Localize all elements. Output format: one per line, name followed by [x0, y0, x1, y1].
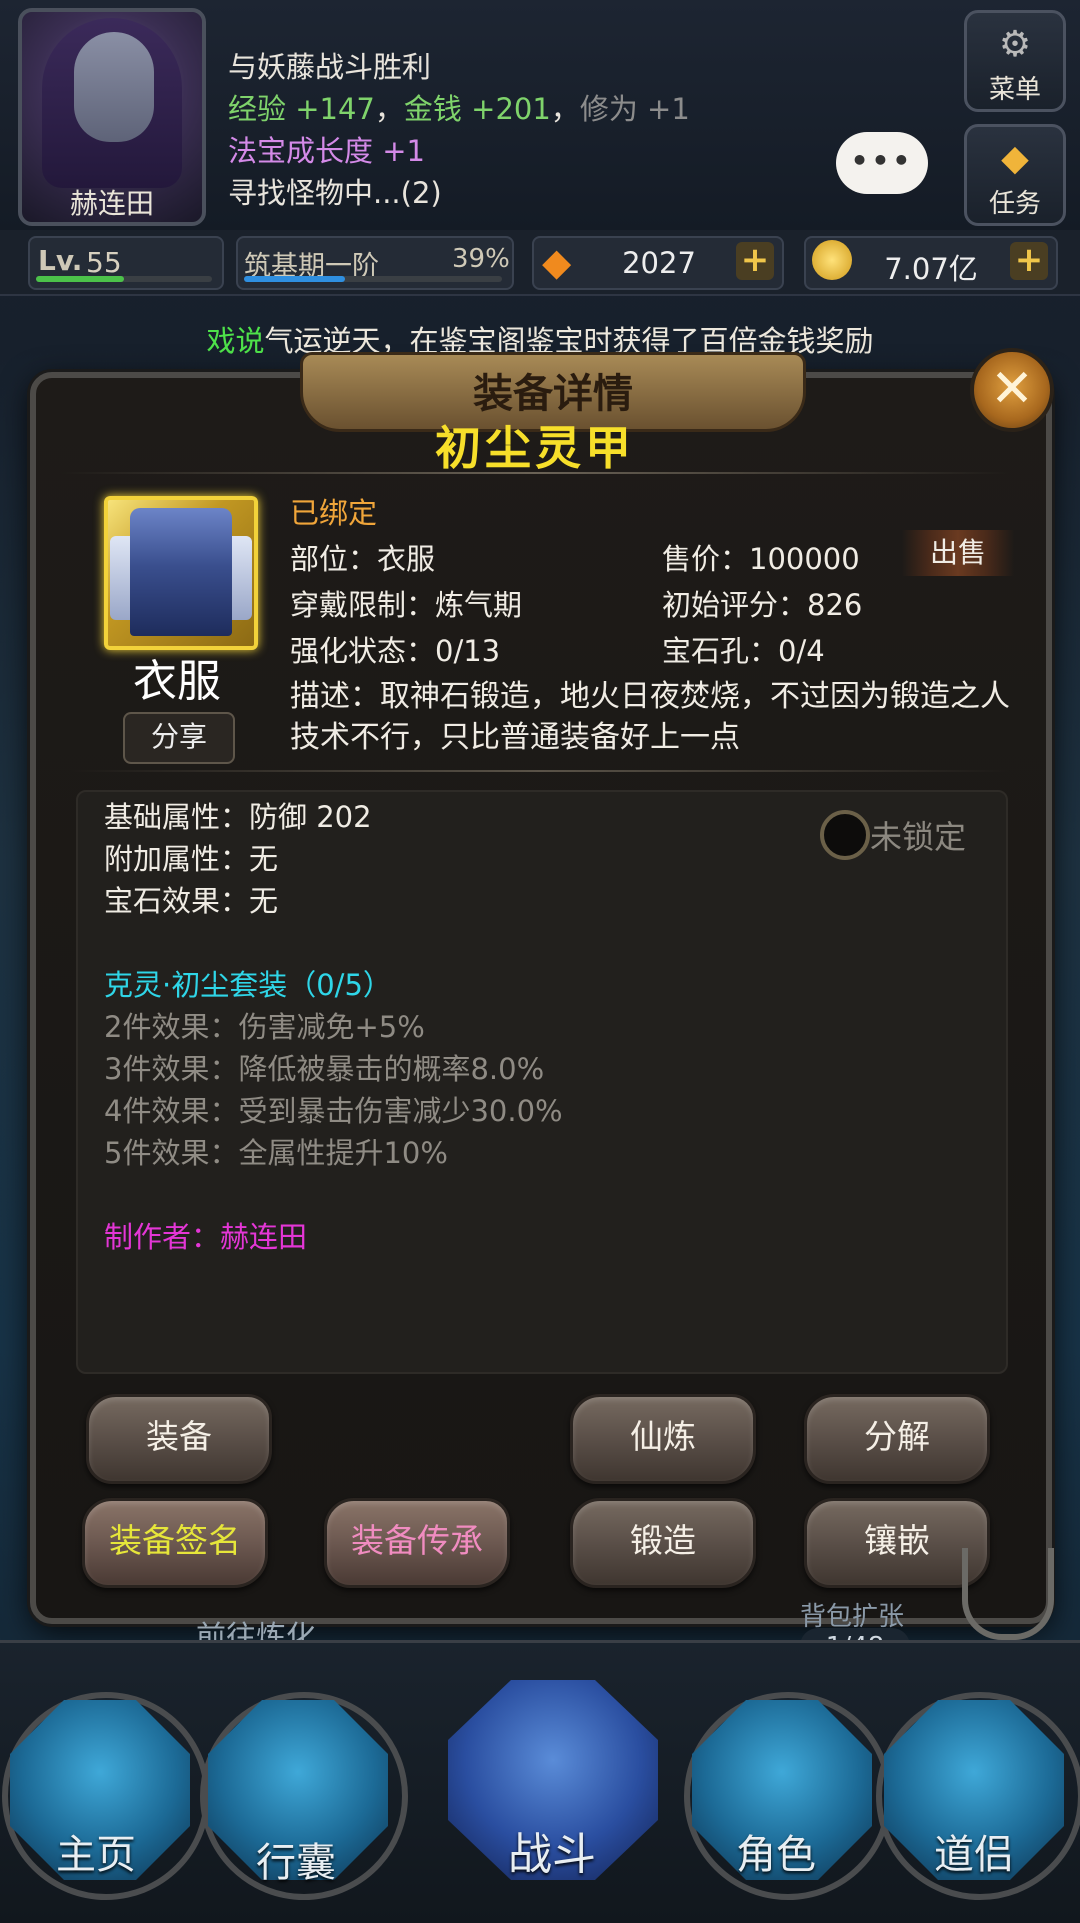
- add-gems-button[interactable]: +: [736, 242, 774, 280]
- decorative-hook: [962, 1548, 1054, 1640]
- nav-battle-label: 战斗: [508, 1829, 596, 1880]
- menu-label: 菜单: [988, 75, 1041, 105]
- equip-button[interactable]: 装备: [86, 1394, 272, 1484]
- inherit-equipment-button[interactable]: 装备传承: [324, 1498, 510, 1588]
- wear-limit: 穿戴限制：炼气期: [290, 588, 523, 622]
- initial-score: 初始评分：826: [662, 588, 863, 622]
- task-button[interactable]: ◆ 任务: [964, 124, 1066, 226]
- cultivation-value: +1: [647, 92, 690, 126]
- item-slot: 部位：衣服: [290, 542, 436, 576]
- section-divider: [70, 770, 1010, 772]
- set-effect: 3件效果：降低被暴击的概率8.0%: [104, 1052, 545, 1086]
- gem-effect: 宝石效果：无: [104, 884, 279, 918]
- gold-amount: 7.07亿: [884, 252, 978, 286]
- sign-equipment-button[interactable]: 装备签名: [82, 1498, 268, 1588]
- avatar-face: [74, 32, 154, 142]
- treasure-growth-line: 法宝成长度 +1: [228, 130, 690, 172]
- share-button[interactable]: 分享: [123, 712, 235, 764]
- notice-player-name: 戏说: [206, 324, 265, 358]
- nav-character-label: 角色: [736, 1832, 816, 1878]
- level-label: Lv.: [38, 244, 83, 277]
- battle-log: 与妖藤战斗胜利 经验 +147，金钱 +201，修为 +1 法宝成长度 +1 寻…: [228, 46, 690, 214]
- realm-panel: 筑基期一阶 39%: [236, 236, 514, 290]
- battle-result: 与妖藤战斗胜利: [228, 50, 432, 84]
- diamond-icon: ◆: [1001, 138, 1029, 179]
- enhance-status: 强化状态：0/13: [290, 634, 501, 668]
- attribute-list: 基础属性：防御 202 附加属性：无 宝石效果：无 克灵·初尘套装（0/5） 2…: [104, 796, 563, 1258]
- bound-status: 已绑定: [290, 496, 378, 530]
- modal-banner-title: 装备详情: [473, 371, 633, 417]
- item-name: 初尘灵甲: [435, 421, 635, 475]
- realm-percent: 39%: [452, 244, 510, 274]
- treasure-growth-label: 法宝成长度: [228, 134, 374, 168]
- separator: ，: [550, 92, 580, 126]
- item-icon[interactable]: [104, 496, 258, 650]
- item-description: 描述：取神石锻造，地火日夜焚烧，不过因为锻造之人技术不行，只比普通装备好上一点: [290, 679, 1010, 755]
- item-maker: 制作者：赫连田: [104, 1220, 308, 1254]
- gold-panel: 7.07亿 +: [804, 236, 1058, 290]
- nav-home-label: 主页: [56, 1832, 136, 1878]
- forge-button[interactable]: 锻造: [570, 1498, 756, 1588]
- level-bar-fill: [36, 276, 124, 282]
- nav-bag-label: 行囊: [256, 1840, 336, 1886]
- refine-button[interactable]: 仙炼: [570, 1394, 756, 1484]
- menu-button[interactable]: ⚙ 菜单: [964, 10, 1066, 112]
- extra-attribute: 附加属性：无: [104, 842, 279, 876]
- exp-label: 经验: [228, 92, 287, 126]
- inherit-equipment-label: 装备传承: [351, 1521, 483, 1560]
- chat-bubble-button[interactable]: •••: [836, 132, 928, 194]
- armor-icon: [130, 508, 232, 636]
- chat-dots-icon: •••: [850, 144, 914, 177]
- set-effect: 5件效果：全属性提升10%: [104, 1136, 448, 1170]
- player-avatar[interactable]: 赫连田: [18, 8, 206, 226]
- level-bar-track: [36, 276, 212, 282]
- level-value: 55: [86, 246, 122, 279]
- treasure-growth-value: +1: [382, 134, 425, 168]
- title-divider: [60, 472, 1010, 474]
- player-name: 赫连田: [69, 187, 154, 220]
- realm-bar-fill: [244, 276, 345, 282]
- sign-equipment-label: 装备签名: [109, 1521, 241, 1560]
- add-gold-button[interactable]: +: [1010, 242, 1048, 280]
- set-effect: 2件效果：伤害减免+5%: [104, 1010, 425, 1044]
- base-attribute: 基础属性：防御 202: [104, 800, 372, 834]
- search-status: 寻找怪物中...(2): [228, 176, 442, 210]
- reward-line: 经验 +147，金钱 +201，修为 +1: [228, 88, 690, 130]
- gear-icon: ⚙: [998, 24, 1032, 65]
- nav-partner-label: 道侣: [934, 1832, 1014, 1878]
- realm-bar-track: [244, 276, 502, 282]
- lock-toggle[interactable]: [820, 810, 870, 860]
- gem-amount: 2027: [622, 246, 696, 280]
- item-type: 衣服: [133, 656, 221, 707]
- cultivation-label: 修为: [579, 92, 638, 126]
- money-value: +201: [471, 92, 551, 126]
- set-title: 克灵·初尘套装（0/5）: [104, 968, 392, 1002]
- gem-panel: ◆ 2027 +: [532, 236, 784, 290]
- gem-currency-icon: ◆: [542, 240, 572, 284]
- exp-value: +147: [295, 92, 375, 126]
- money-label: 金钱: [403, 92, 462, 126]
- gold-coin-icon: [812, 240, 852, 280]
- decompose-button[interactable]: 分解: [804, 1394, 990, 1484]
- set-effect: 4件效果：受到暴击伤害减少30.0%: [104, 1094, 563, 1128]
- separator: ，: [374, 92, 404, 126]
- level-panel: Lv. 55: [28, 236, 224, 290]
- gem-slots: 宝石孔：0/4: [662, 634, 825, 668]
- sell-button[interactable]: 出售: [902, 530, 1014, 576]
- sell-price: 售价：100000: [662, 542, 860, 576]
- task-label: 任务: [988, 189, 1041, 219]
- lock-label: 未锁定: [870, 818, 967, 856]
